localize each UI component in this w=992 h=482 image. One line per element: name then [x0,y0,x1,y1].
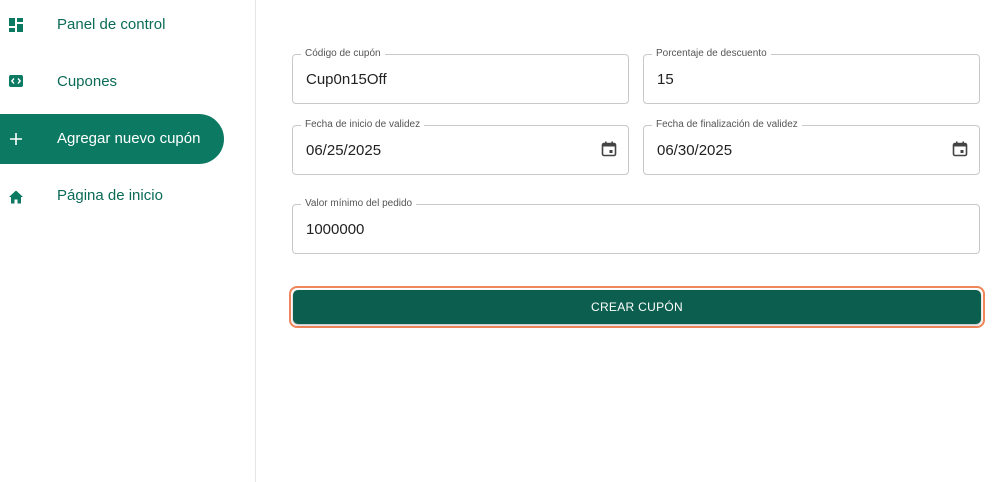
sidebar-item-label: Panel de control [57,16,166,33]
sidebar-item-home[interactable]: Página de inicio [0,171,240,221]
sidebar-item-label: Página de inicio [57,187,163,204]
sidebar-item-label: Agregar nuevo cupón [57,130,201,147]
start-date-value: 06/25/2025 [306,142,382,159]
discount-percent-label: Porcentaje de descuento [652,48,771,60]
coupon-code-field[interactable]: Código de cupón Cup0n15Off [292,48,629,104]
discount-percent-value: 15 [657,71,674,88]
start-date-field[interactable]: Fecha de inicio de validez 06/25/2025 [292,119,629,175]
min-order-value: 1000000 [306,221,365,238]
start-date-label: Fecha de inicio de validez [301,119,425,131]
code-icon [8,73,24,89]
end-date-value: 06/30/2025 [657,142,733,159]
create-coupon-focus-ring: CREAR CUPÓN [289,286,985,328]
home-icon [8,189,24,205]
end-date-label: Fecha de finalización de validez [652,119,802,131]
dashboard-icon [8,17,24,33]
sidebar-item-coupons[interactable]: Cupones [0,57,240,107]
discount-percent-field[interactable]: Porcentaje de descuento 15 [643,48,980,104]
calendar-icon[interactable] [951,140,969,158]
sidebar-item-add-coupon[interactable]: Agregar nuevo cupón [0,114,224,164]
coupon-code-label: Código de cupón [301,48,385,60]
min-order-label: Valor mínimo del pedido [301,198,417,210]
sidebar: Panel de control Cupones Agregar nuevo c… [0,0,256,482]
create-coupon-button[interactable]: CREAR CUPÓN [293,290,981,324]
coupon-code-value: Cup0n15Off [306,71,387,88]
plus-icon [8,131,24,147]
min-order-field[interactable]: Valor mínimo del pedido 1000000 [292,198,980,254]
end-date-field[interactable]: Fecha de finalización de validez 06/30/2… [643,119,980,175]
calendar-icon[interactable] [600,140,618,158]
sidebar-item-dashboard[interactable]: Panel de control [0,0,240,50]
sidebar-item-label: Cupones [57,73,118,90]
